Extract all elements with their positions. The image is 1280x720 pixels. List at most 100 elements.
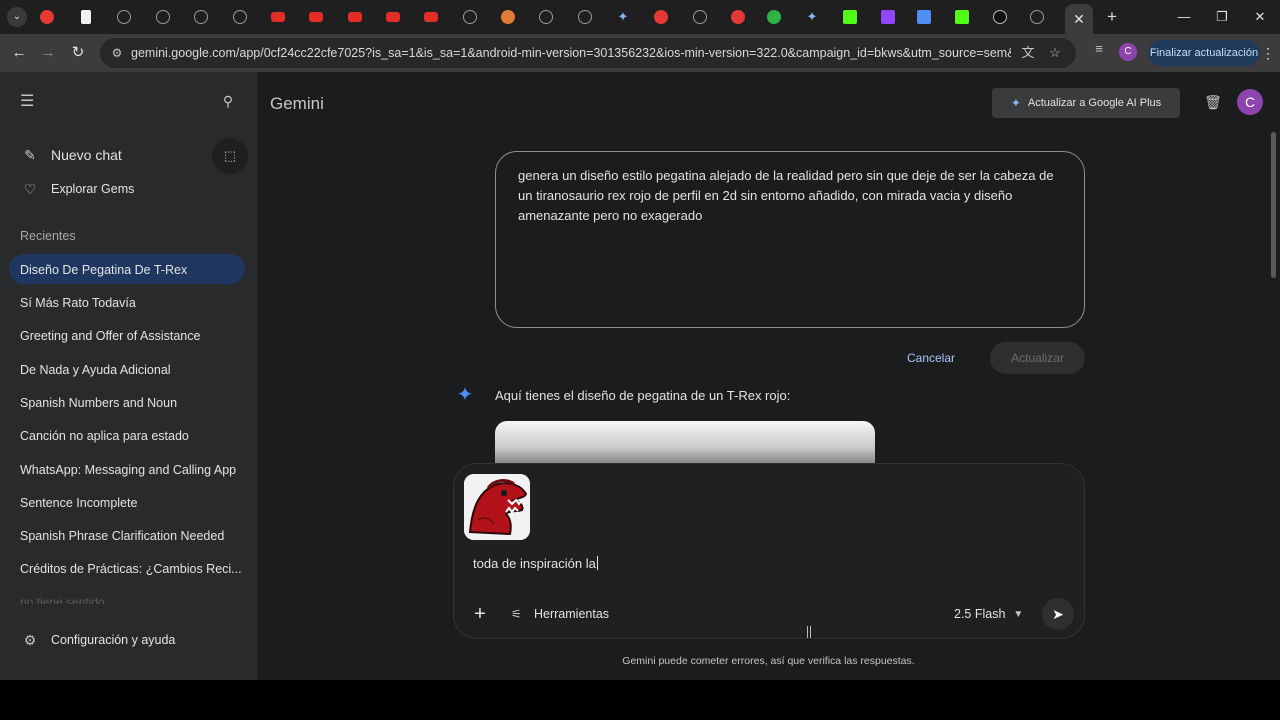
close-window-button[interactable]: ✕ (1242, 5, 1278, 29)
bookmark-star-icon[interactable]: ☆ (1046, 44, 1064, 62)
gemini-icon: ✦ (617, 9, 629, 24)
globe-icon (194, 10, 208, 24)
tab[interactable] (536, 7, 556, 27)
disclaimer: Gemini puede cometer errores, así que ve… (622, 655, 915, 667)
active-tab[interactable]: ✕ (1065, 4, 1093, 34)
recent-item[interactable]: Greeting and Offer of Assistance (20, 329, 242, 343)
tab[interactable] (728, 7, 748, 27)
scrollbar[interactable] (1271, 132, 1276, 278)
tab[interactable] (952, 7, 972, 27)
menu-icon[interactable]: ☰ (20, 94, 40, 110)
new-tab-button[interactable]: + (1102, 7, 1122, 27)
recent-item[interactable]: De Nada y Ayuda Adicional (20, 363, 242, 377)
tab[interactable] (764, 7, 784, 27)
tab-search-button[interactable]: ⌄ (7, 7, 27, 27)
tab[interactable] (690, 7, 710, 27)
tab[interactable] (575, 7, 595, 27)
browser-toolbar: ← → ↻ ⚙ gemini.google.com/app/0cf24cc22c… (0, 34, 1280, 72)
tab[interactable] (878, 7, 898, 27)
model-selector[interactable]: 2.5 Flash ▼ (954, 604, 1023, 624)
edit-prompt-field[interactable]: genera un diseño estilo pegatina alejado… (495, 151, 1085, 328)
browser-profile-avatar[interactable]: C (1119, 43, 1137, 61)
favicon-icon (654, 10, 668, 24)
tab[interactable] (37, 7, 57, 27)
recent-item[interactable]: WhatsApp: Messaging and Calling App (20, 463, 242, 477)
recent-item-cut-off[interactable]: no tiene sentido (20, 595, 105, 604)
tab[interactable] (460, 7, 480, 27)
tab[interactable] (421, 7, 441, 27)
tools-button[interactable]: ⚟ Herramientas (511, 602, 609, 626)
translate-icon[interactable]: 文 (1019, 44, 1037, 62)
tab[interactable] (230, 7, 250, 27)
edit-prompt-text[interactable]: genera un diseño estilo pegatina alejado… (518, 166, 1064, 226)
explore-gems-button[interactable]: ♡ Explorar Gems (20, 177, 135, 201)
close-tab-icon[interactable]: ✕ (1073, 11, 1085, 28)
tab[interactable] (840, 7, 860, 27)
site-info-icon[interactable]: ⚙ (108, 44, 126, 62)
tab[interactable] (191, 7, 211, 27)
recent-item[interactable]: Canción no aplica para estado (20, 429, 242, 443)
reading-list-icon[interactable]: ≡ (1090, 41, 1108, 59)
recent-item[interactable]: Diseño De Pegatina De T-Rex (20, 263, 242, 277)
back-button[interactable]: ← (7, 41, 31, 65)
address-bar[interactable]: ⚙ gemini.google.com/app/0cf24cc22cfe7025… (100, 38, 1076, 68)
globe-icon (117, 10, 131, 24)
gemini-sparkle-icon: ✦ (456, 384, 474, 406)
forward-button[interactable]: → (36, 41, 60, 65)
tab[interactable] (383, 7, 403, 27)
new-chat-label: Nuevo chat (51, 147, 122, 163)
settings-label: Configuración y ayuda (51, 633, 176, 647)
tab[interactable] (345, 7, 365, 27)
tab[interactable] (914, 7, 934, 27)
prompt-input[interactable]: toda de inspiración la (473, 556, 598, 571)
new-chat-button[interactable]: ✎ Nuevo chat (20, 143, 122, 167)
kick-icon (955, 10, 969, 24)
update-button[interactable]: Actualizar (990, 342, 1085, 374)
upgrade-label: Actualizar a Google AI Plus (1027, 97, 1162, 109)
settings-help-button[interactable]: ⚙ Configuración y ayuda (20, 628, 176, 652)
tab[interactable] (306, 7, 326, 27)
globe-icon (463, 10, 477, 24)
youtube-icon (348, 12, 362, 22)
finish-update-button[interactable]: Finalizar actualización (1148, 40, 1260, 66)
add-attachment-button[interactable]: + (470, 604, 490, 624)
tab[interactable] (268, 7, 288, 27)
cancel-button[interactable]: Cancelar (897, 346, 965, 370)
tab[interactable] (114, 7, 134, 27)
minimize-button[interactable]: — (1166, 5, 1202, 29)
temporary-chat-button[interactable]: ⬚ (212, 138, 248, 174)
recent-item[interactable]: Sentence Incomplete (20, 496, 242, 510)
prompt-composer[interactable]: toda de inspiración la + ⚟ Herramientas … (453, 463, 1085, 639)
twitch-icon (881, 10, 895, 24)
tab[interactable] (1027, 7, 1047, 27)
recent-item[interactable]: Spanish Numbers and Noun (20, 396, 242, 410)
app-title[interactable]: Gemini (270, 94, 324, 114)
recent-item[interactable]: Spanish Phrase Clarification Needed (20, 529, 242, 543)
attached-image-thumbnail[interactable] (464, 474, 530, 540)
recent-item[interactable]: Sí Más Rato Todavía (20, 296, 242, 310)
favicon-icon (767, 10, 781, 24)
mouse-cursor (807, 626, 811, 638)
generated-image[interactable] (495, 421, 875, 466)
search-icon[interactable]: ⚲ (219, 93, 237, 111)
tab[interactable] (990, 7, 1010, 27)
reload-button[interactable]: ↻ (66, 41, 90, 65)
tab[interactable] (651, 7, 671, 27)
browser-menu-icon[interactable]: ⋮ (1260, 40, 1276, 66)
globe-icon (156, 10, 170, 24)
restore-button[interactable]: ❐ (1204, 5, 1240, 29)
recent-item[interactable]: Créditos de Prácticas: ¿Cambios Reci... (20, 562, 242, 576)
avatar[interactable]: C (1237, 89, 1263, 115)
tools-label: Herramientas (534, 607, 610, 621)
tab[interactable] (153, 7, 173, 27)
tab[interactable]: ✦ (613, 7, 633, 27)
globe-icon (693, 10, 707, 24)
send-button[interactable]: ➤ (1042, 598, 1074, 630)
globe-icon (1030, 10, 1044, 24)
trash-icon[interactable]: 🗑 (1203, 94, 1223, 114)
tab[interactable] (498, 7, 518, 27)
tab[interactable]: ✦ (802, 7, 822, 27)
upgrade-button[interactable]: ✦ Actualizar a Google AI Plus (992, 88, 1180, 118)
tab[interactable] (76, 7, 96, 27)
url-text[interactable]: gemini.google.com/app/0cf24cc22cfe7025?i… (131, 46, 1011, 60)
